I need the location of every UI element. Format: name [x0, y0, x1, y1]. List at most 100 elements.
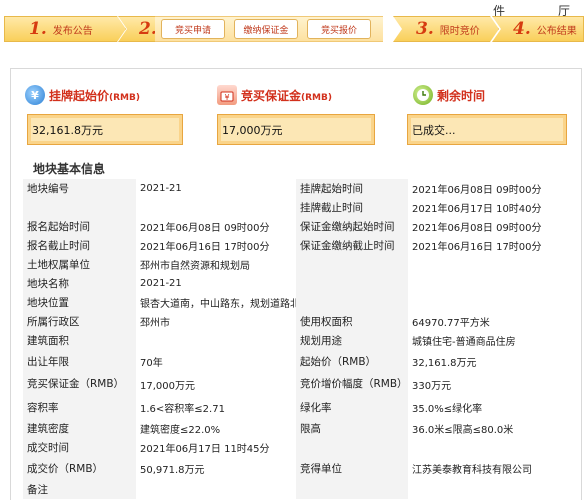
field-value [408, 274, 574, 293]
field-value [136, 331, 296, 350]
table-row: 出让年限 70年 起始价（RMB） 32,161.8万元 [23, 350, 574, 373]
metric-title: 竞买保证金(RMB) [241, 88, 332, 103]
field-label: 容积率 [23, 396, 136, 419]
table-row: 地块位置 银杏大道南，中山路东，规划道路北 [23, 293, 574, 312]
table-row: 挂牌截止时间 2021年06月17日 10时40分 [23, 198, 574, 217]
field-value: 64970.77平方米 [408, 312, 574, 331]
field-label [296, 293, 408, 312]
field-value: 江苏美泰教育科技有限公司 [408, 457, 574, 480]
field-label: 限高 [296, 419, 408, 438]
metric-title: 剩余时间 [437, 88, 486, 103]
metric-title: 挂牌起始价(RMB) [49, 88, 140, 103]
field-label: 使用权面积 [296, 312, 408, 331]
table-row: 容积率 1.6<容积率≤2.71 绿化率 35.0%≤绿化率 [23, 396, 574, 419]
field-value: 35.0%≤绿化率 [408, 396, 574, 419]
field-label: 报名截止时间 [23, 236, 136, 255]
field-value [136, 198, 296, 217]
clock-icon [413, 85, 433, 105]
field-value: 2021年06月17日 10时40分 [408, 198, 574, 217]
field-value: 32,161.8万元 [408, 350, 574, 373]
metric-deposit: ¥ 竞买保证金(RMB) [217, 85, 332, 105]
step-label: 限时竞价 [439, 25, 480, 37]
field-label: 地块编号 [23, 179, 136, 198]
money-bag-icon: ¥ [25, 85, 45, 105]
land-info-table: 地块编号 2021-21 挂牌起始时间 2021年06月08日 09时00分 挂牌截止时… [23, 179, 574, 499]
field-value [408, 438, 574, 457]
field-label [23, 198, 136, 217]
process-step-bar: 件 厅 1. 发布公告 2. 竞买申请 缴纳保证金 竞买报价 3. 限时竞价 4… [0, 0, 588, 52]
field-value: 2021-21 [136, 274, 296, 293]
table-row: 建筑面积 规划用途 城镇住宅-普通商品住房 [23, 331, 574, 350]
substep-apply[interactable]: 竞买申请 [161, 19, 225, 39]
table-row: 报名截止时间 2021年06月16日 17时00分 保证金缴纳截止时间 2021年06… [23, 236, 574, 255]
field-label: 保证金缴纳截止时间 [296, 236, 408, 255]
section-title: 地块基本信息 [33, 162, 106, 176]
field-label: 成交价（RMB） [23, 457, 136, 480]
field-label: 起始价（RMB） [296, 350, 408, 373]
field-label [296, 438, 408, 457]
table-row: 报名起始时间 2021年06月08日 09时00分 保证金缴纳起始时间 2021年06… [23, 217, 574, 236]
table-row: 所属行政区 邳州市 使用权面积 64970.77平方米 [23, 312, 574, 331]
field-label: 规划用途 [296, 331, 408, 350]
field-label: 竞得单位 [296, 457, 408, 480]
remaining-time-value: 已成交... [412, 123, 456, 137]
field-label: 成交时间 [23, 438, 136, 457]
svg-text:¥: ¥ [31, 89, 39, 102]
field-label [296, 480, 408, 499]
field-label: 竞价增价幅度（RMB） [296, 373, 408, 396]
substep-bid-offer[interactable]: 竞买报价 [307, 19, 371, 39]
field-label: 保证金缴纳起始时间 [296, 217, 408, 236]
table-row: 成交时间 2021年06月17日 11时45分 [23, 438, 574, 457]
field-value [408, 255, 574, 274]
step-publish-result[interactable]: 4. 公布结果 [492, 16, 584, 42]
start-price-value: 32,161.8万元 [32, 123, 103, 137]
table-row: 地块编号 2021-21 挂牌起始时间 2021年06月08日 09时00分 [23, 179, 574, 198]
field-value: 50,971.8万元 [136, 457, 296, 480]
field-label [296, 274, 408, 293]
field-value: 2021年06月08日 09时00分 [408, 179, 574, 198]
field-value: 17,000万元 [136, 373, 296, 396]
field-value: 330万元 [408, 373, 574, 396]
field-label: 挂牌截止时间 [296, 198, 408, 217]
field-value: 城镇住宅-普通商品住房 [408, 331, 574, 350]
table-row: 竞买保证金（RMB） 17,000万元 竞价增价幅度（RMB） 330万元 [23, 373, 574, 396]
field-value: 2021年06月08日 09时00分 [408, 217, 574, 236]
field-label: 竞买保证金（RMB） [23, 373, 136, 396]
field-label: 建筑面积 [23, 331, 136, 350]
field-value: 银杏大道南，中山路东，规划道路北 [136, 293, 296, 312]
field-label: 地块名称 [23, 274, 136, 293]
field-value [136, 480, 296, 499]
step-timed-bidding[interactable]: 3. 限时竞价 [393, 16, 499, 42]
deposit-icon: ¥ [217, 85, 237, 105]
bid-substeps: 竞买申请 缴纳保证金 竞买报价 [155, 16, 383, 42]
field-label: 建筑密度 [23, 419, 136, 438]
deposit-value: 17,000万元 [222, 123, 283, 137]
field-value: 邳州市 [136, 312, 296, 331]
metric-remaining-time: 剩余时间 [413, 85, 485, 105]
field-value: 2021年06月16日 17时00分 [136, 236, 296, 255]
substep-pay-deposit[interactable]: 缴纳保证金 [234, 19, 298, 39]
field-label: 备注 [23, 480, 136, 499]
field-value [408, 480, 574, 499]
step-label: 公布结果 [536, 25, 577, 37]
table-row: 备注 [23, 480, 574, 499]
start-price-value-box: 32,161.8万元 [27, 114, 183, 145]
step-number: 3. [416, 19, 434, 39]
field-value: 2021年06月17日 11时45分 [136, 438, 296, 457]
field-label: 挂牌起始时间 [296, 179, 408, 198]
land-detail-panel: ¥ 挂牌起始价(RMB) 32,161.8万元 ¥ 竞买保证金(RMB) 17,… [10, 68, 582, 500]
field-label: 所属行政区 [23, 312, 136, 331]
field-value: 建筑密度≤22.0% [136, 419, 296, 438]
field-value: 2021年06月16日 17时00分 [408, 236, 574, 255]
step-number: 4. [513, 19, 531, 39]
step-number: 1. [29, 19, 47, 39]
field-value: 36.0米≤限高≤80.0米 [408, 419, 574, 438]
table-row: 成交价（RMB） 50,971.8万元 竞得单位 江苏美泰教育科技有限公司 [23, 457, 574, 480]
table-row: 地块名称 2021-21 [23, 274, 574, 293]
field-value: 2021年06月08日 09时00分 [136, 217, 296, 236]
step-publish-notice[interactable]: 1. 发布公告 [4, 16, 126, 42]
field-value: 邳州市自然资源和规划局 [136, 255, 296, 274]
field-label: 地块位置 [23, 293, 136, 312]
metric-start-price: ¥ 挂牌起始价(RMB) [25, 85, 140, 105]
step-label: 发布公告 [52, 25, 93, 37]
